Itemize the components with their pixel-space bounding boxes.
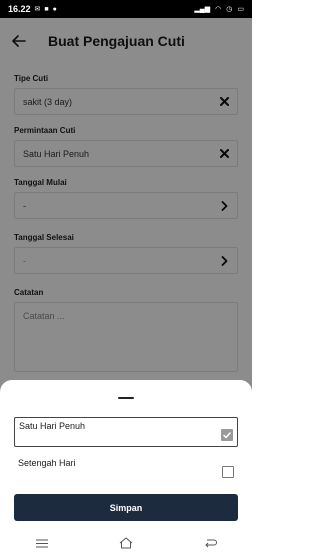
battery-icon: ▭ [237, 5, 244, 13]
wifi-icon: ◠ [215, 5, 222, 13]
bottom-sheet: Satu Hari Penuh Setengah Hari Simpan [0, 380, 252, 560]
status-left: 16.22 ✉ ■ ● [8, 4, 57, 14]
notification-icon: ■ [44, 5, 49, 13]
app-icon: ● [52, 5, 57, 13]
mail-icon: ✉ [34, 5, 41, 13]
menu-icon[interactable] [34, 537, 50, 549]
checkbox-empty-icon[interactable] [222, 466, 234, 478]
option-label: Satu Hari Penuh [19, 421, 86, 431]
signal-icon: ▂▄▆ [194, 5, 211, 13]
checkbox-checked-icon[interactable] [221, 429, 233, 441]
screen: 16.22 ✉ ■ ● ▂▄▆ ◠ ◷ ▭ Buat Pengajuan Cut… [0, 0, 252, 560]
save-button[interactable]: Simpan [14, 494, 238, 521]
alarm-icon: ◷ [226, 5, 233, 13]
system-nav-bar [0, 526, 252, 560]
status-right: ▂▄▆ ◠ ◷ ▭ [194, 6, 244, 13]
status-time: 16.22 [8, 4, 31, 14]
status-bar: 16.22 ✉ ■ ● ▂▄▆ ◠ ◷ ▭ [0, 0, 252, 18]
option-half-day[interactable]: Setengah Hari [14, 455, 238, 485]
option-label: Setengah Hari [18, 458, 76, 468]
sheet-handle[interactable] [118, 397, 134, 399]
back-icon[interactable] [202, 537, 218, 549]
option-full-day[interactable]: Satu Hari Penuh [14, 417, 238, 447]
home-icon[interactable] [118, 537, 134, 549]
